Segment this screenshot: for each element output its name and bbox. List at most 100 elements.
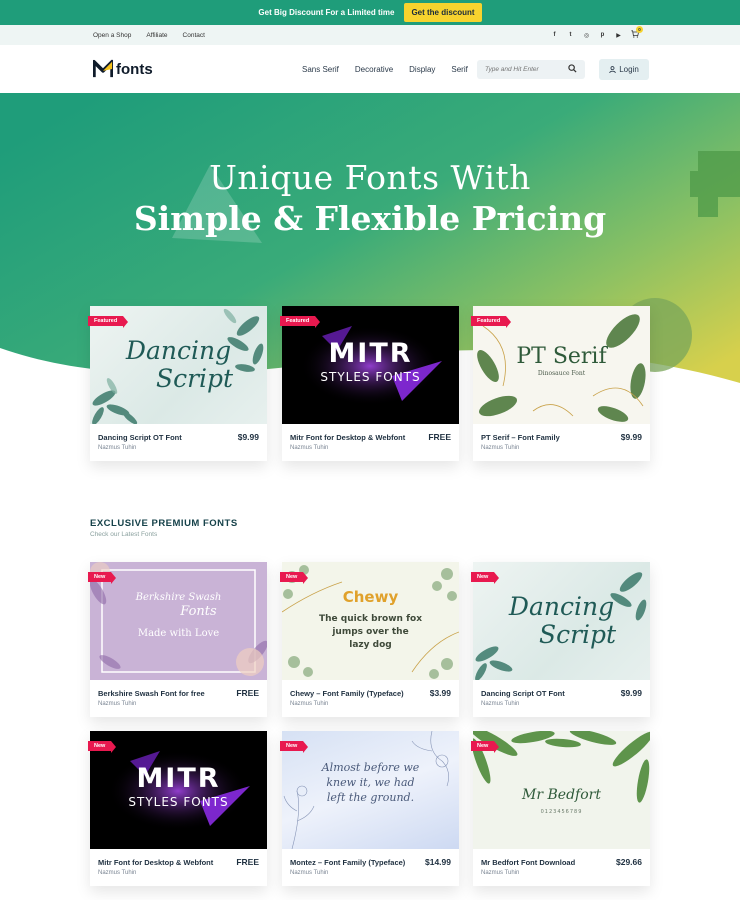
pinterest-icon[interactable]: p: [599, 32, 606, 38]
product-card[interactable]: Chewy The quick brown fox jumps over the…: [280, 562, 459, 717]
product-name[interactable]: Montez – Font Family (Typeface): [290, 858, 405, 867]
art-title-line2: STYLES FONTS: [320, 370, 421, 384]
new-badge: New: [280, 572, 309, 584]
section-subtitle: Check our Latest Fonts: [90, 531, 158, 538]
main-nav: fonts Sans Serif Decorative Display Seri…: [0, 45, 740, 93]
art-title-line1: Almost before we: [321, 761, 420, 774]
product-card[interactable]: Almost before we knew it, we had left th…: [280, 731, 459, 886]
menu-display[interactable]: Display: [409, 65, 435, 74]
art-title-line2: STYLES FONTS: [128, 795, 229, 809]
login-button[interactable]: Login: [599, 59, 649, 80]
facebook-icon[interactable]: f: [551, 32, 558, 38]
product-card[interactable]: Berkshire Swash Fonts Made with Love New…: [88, 562, 267, 717]
art-title-line1: Mr Bedfort: [522, 787, 601, 803]
product-author[interactable]: Nazmus Tuhin: [481, 701, 519, 707]
art-title-line1: MITR: [328, 338, 413, 369]
featured-badge: Featured: [280, 316, 321, 328]
art-title-line1: PT Serif: [516, 344, 607, 369]
product-card[interactable]: Dancing Script Featured Dancing Script O…: [88, 306, 267, 461]
art-title-line2: Script: [538, 620, 617, 649]
cart-icon[interactable]: 0: [631, 26, 643, 40]
promo-text: Get Big Discount For a Limited time: [258, 8, 395, 17]
art-title-line1: MITR: [136, 763, 221, 794]
art-title-line2: The quick brown fox: [319, 614, 422, 624]
product-author[interactable]: Nazmus Tuhin: [98, 870, 136, 876]
search-box: [477, 60, 585, 79]
art-title-line2: knew it, we had: [326, 776, 415, 789]
menu-serif[interactable]: Serif: [451, 65, 467, 74]
search-icon[interactable]: [568, 64, 577, 73]
product-card[interactable]: Mr Bedfort 0123456789 New Mr Bedfort Fon…: [471, 731, 650, 886]
open-shop-link[interactable]: Open a Shop: [93, 32, 131, 39]
utility-bar: Open a Shop Affiliate Contact f t ◎ p ▶ …: [0, 25, 740, 45]
product-thumbnail[interactable]: Almost before we knew it, we had left th…: [282, 731, 459, 849]
featured-badge: Featured: [471, 316, 512, 328]
new-badge: New: [471, 572, 500, 584]
product-name[interactable]: Berkshire Swash Font for free: [98, 689, 205, 698]
product-thumbnail[interactable]: MITR STYLES FONTS: [90, 731, 267, 849]
product-name[interactable]: Chewy – Font Family (Typeface): [290, 689, 404, 698]
hero-title-line1: Unique Fonts With: [209, 158, 531, 197]
product-author[interactable]: Nazmus Tuhin: [481, 445, 519, 451]
product-thumbnail[interactable]: Dancing Script: [473, 562, 650, 680]
contact-link[interactable]: Contact: [183, 32, 205, 39]
product-author[interactable]: Nazmus Tuhin: [98, 701, 136, 707]
product-price: $14.99: [425, 857, 451, 867]
product-name[interactable]: Mitr Font for Desktop & Webfont: [98, 858, 213, 867]
product-price: FREE: [236, 688, 259, 698]
art-title-line2: Dinosauce Font: [537, 370, 586, 377]
product-price: $3.99: [429, 688, 451, 698]
product-name[interactable]: Dancing Script OT Font: [98, 433, 182, 442]
logo-text: fonts: [116, 60, 153, 78]
product-name[interactable]: Dancing Script OT Font: [481, 689, 565, 698]
art-title-line2: 0123456789: [540, 809, 583, 815]
new-badge: New: [88, 741, 117, 753]
product-card[interactable]: Dancing Script New Dancing Script OT Fon…: [471, 562, 650, 717]
sketch-flowers-decoration: [283, 731, 449, 849]
product-thumbnail[interactable]: Chewy The quick brown fox jumps over the…: [282, 562, 459, 680]
product-thumbnail[interactable]: Berkshire Swash Fonts Made with Love: [90, 562, 267, 680]
product-author[interactable]: Nazmus Tuhin: [290, 445, 328, 451]
art-title-line2: Fonts: [180, 604, 217, 619]
section-title: EXCLUSIVE PREMIUM FONTS: [90, 518, 238, 529]
art-title-line3: left the ground.: [326, 791, 415, 804]
youtube-icon[interactable]: ▶: [615, 32, 622, 39]
art-title-line3: Made with Love: [137, 628, 220, 639]
product-thumbnail[interactable]: Mr Bedfort 0123456789: [473, 731, 650, 849]
product-author[interactable]: Nazmus Tuhin: [290, 870, 328, 876]
product-card[interactable]: PT Serif Dinosauce Font Featured PT Seri…: [471, 306, 650, 461]
hero-title-line2: Simple & Flexible Pricing: [133, 199, 607, 238]
product-price: FREE: [236, 857, 259, 867]
product-name[interactable]: Mitr Font for Desktop & Webfont: [290, 433, 405, 442]
product-author[interactable]: Nazmus Tuhin: [98, 445, 136, 451]
user-icon: [609, 66, 616, 73]
product-name[interactable]: PT Serif – Font Family: [481, 433, 560, 442]
product-price: $9.99: [620, 688, 642, 698]
product-price: FREE: [428, 432, 451, 442]
new-badge: New: [280, 741, 309, 753]
floral-decoration: [90, 562, 267, 676]
product-card[interactable]: MITR STYLES FONTS New Mitr Font for Desk…: [88, 731, 267, 886]
new-badge: New: [471, 741, 500, 753]
product-price: $9.99: [620, 432, 642, 442]
twitter-icon[interactable]: t: [567, 32, 574, 38]
search-input[interactable]: [485, 66, 565, 73]
affiliate-link[interactable]: Affiliate: [146, 32, 167, 39]
product-card[interactable]: MITR STYLES FONTS Featured Mitr Font for…: [280, 306, 459, 461]
art-title-line3: jumps over the: [332, 627, 409, 637]
menu-sans-serif[interactable]: Sans Serif: [302, 65, 339, 74]
cart-count-badge: 0: [636, 26, 643, 33]
logo[interactable]: fonts: [93, 59, 153, 79]
product-author[interactable]: Nazmus Tuhin: [290, 701, 328, 707]
art-title-line1: Chewy: [342, 588, 399, 606]
instagram-icon[interactable]: ◎: [583, 32, 590, 39]
promo-bar: Get Big Discount For a Limited time Get …: [0, 0, 740, 25]
product-price: $9.99: [237, 432, 259, 442]
product-author[interactable]: Nazmus Tuhin: [481, 870, 519, 876]
get-discount-button[interactable]: Get the discount: [404, 3, 482, 22]
art-title-line1: Berkshire Swash: [135, 592, 222, 603]
art-title-line1: Dancing: [508, 592, 615, 621]
product-name[interactable]: Mr Bedfort Font Download: [481, 858, 575, 867]
product-price: $29.66: [616, 857, 642, 867]
menu-decorative[interactable]: Decorative: [355, 65, 393, 74]
